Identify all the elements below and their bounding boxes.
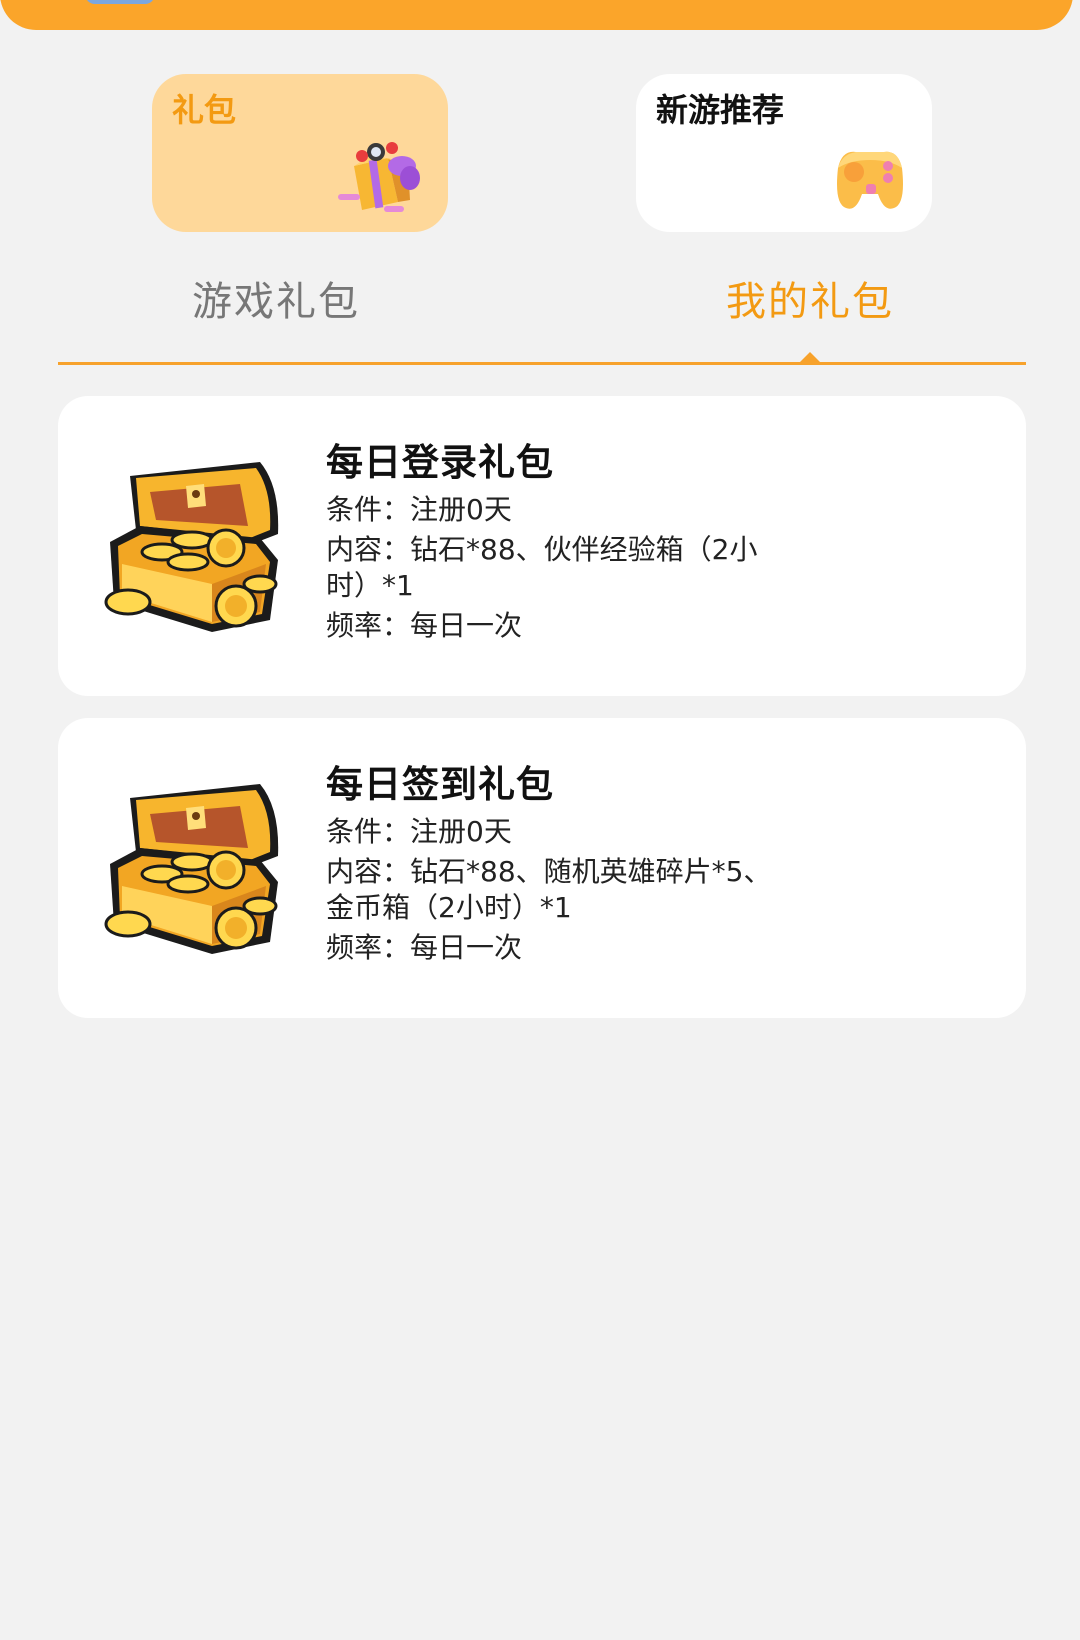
header-bar	[0, 0, 1073, 30]
gamepad-icon	[830, 138, 910, 218]
new-game-card-title: 新游推荐	[656, 91, 785, 129]
gift-content-label: 内容：	[326, 855, 411, 888]
gift-frequency-label: 频率：	[326, 609, 411, 642]
gift-card-button[interactable]: 礼包	[152, 74, 448, 232]
gift-condition-value: 注册0天	[410, 815, 512, 848]
gift-condition-value: 注册0天	[410, 493, 512, 526]
tab-game-gifts[interactable]: 游戏礼包	[192, 270, 360, 334]
gift-content: 内容：钻石*88、伙伴经验箱（2小时）*1	[326, 532, 796, 604]
gift-info: 每日签到礼包 条件：注册0天 内容：钻石*88、随机英雄碎片*5、金币箱（2小时…	[326, 760, 796, 966]
gift-condition: 条件：注册0天	[326, 492, 796, 528]
gift-item[interactable]: 每日签到礼包 条件：注册0天 内容：钻石*88、随机英雄碎片*5、金币箱（2小时…	[58, 718, 1026, 1018]
gift-info: 每日登录礼包 条件：注册0天 内容：钻石*88、伙伴经验箱（2小时）*1 频率：…	[326, 438, 796, 644]
gift-name: 每日登录礼包	[326, 441, 554, 484]
active-tab-indicator	[799, 352, 821, 363]
avatar[interactable]	[85, 0, 155, 4]
new-game-card-button[interactable]: 新游推荐	[636, 74, 932, 232]
gift-condition: 条件：注册0天	[326, 814, 796, 850]
tab-my-gifts[interactable]: 我的礼包	[726, 270, 894, 334]
tab-underline	[58, 362, 1026, 365]
gift-frequency: 频率：每日一次	[326, 608, 796, 644]
gift-frequency: 频率：每日一次	[326, 930, 796, 966]
gift-box-icon	[336, 136, 426, 218]
treasure-chest-icon	[100, 456, 286, 636]
tab-bar: 游戏礼包 我的礼包	[58, 270, 1026, 366]
treasure-chest-icon	[100, 778, 286, 958]
gift-card-title: 礼包	[172, 91, 237, 129]
gift-condition-label: 条件：	[326, 493, 411, 526]
gift-name: 每日签到礼包	[326, 763, 554, 806]
gift-content-label: 内容：	[326, 533, 411, 566]
gift-condition-label: 条件：	[326, 815, 411, 848]
gift-item[interactable]: 每日登录礼包 条件：注册0天 内容：钻石*88、伙伴经验箱（2小时）*1 频率：…	[58, 396, 1026, 696]
gift-content: 内容：钻石*88、随机英雄碎片*5、金币箱（2小时）*1	[326, 854, 796, 926]
gift-frequency-value: 每日一次	[410, 609, 523, 642]
gift-frequency-value: 每日一次	[410, 931, 523, 964]
gift-frequency-label: 频率：	[326, 931, 411, 964]
